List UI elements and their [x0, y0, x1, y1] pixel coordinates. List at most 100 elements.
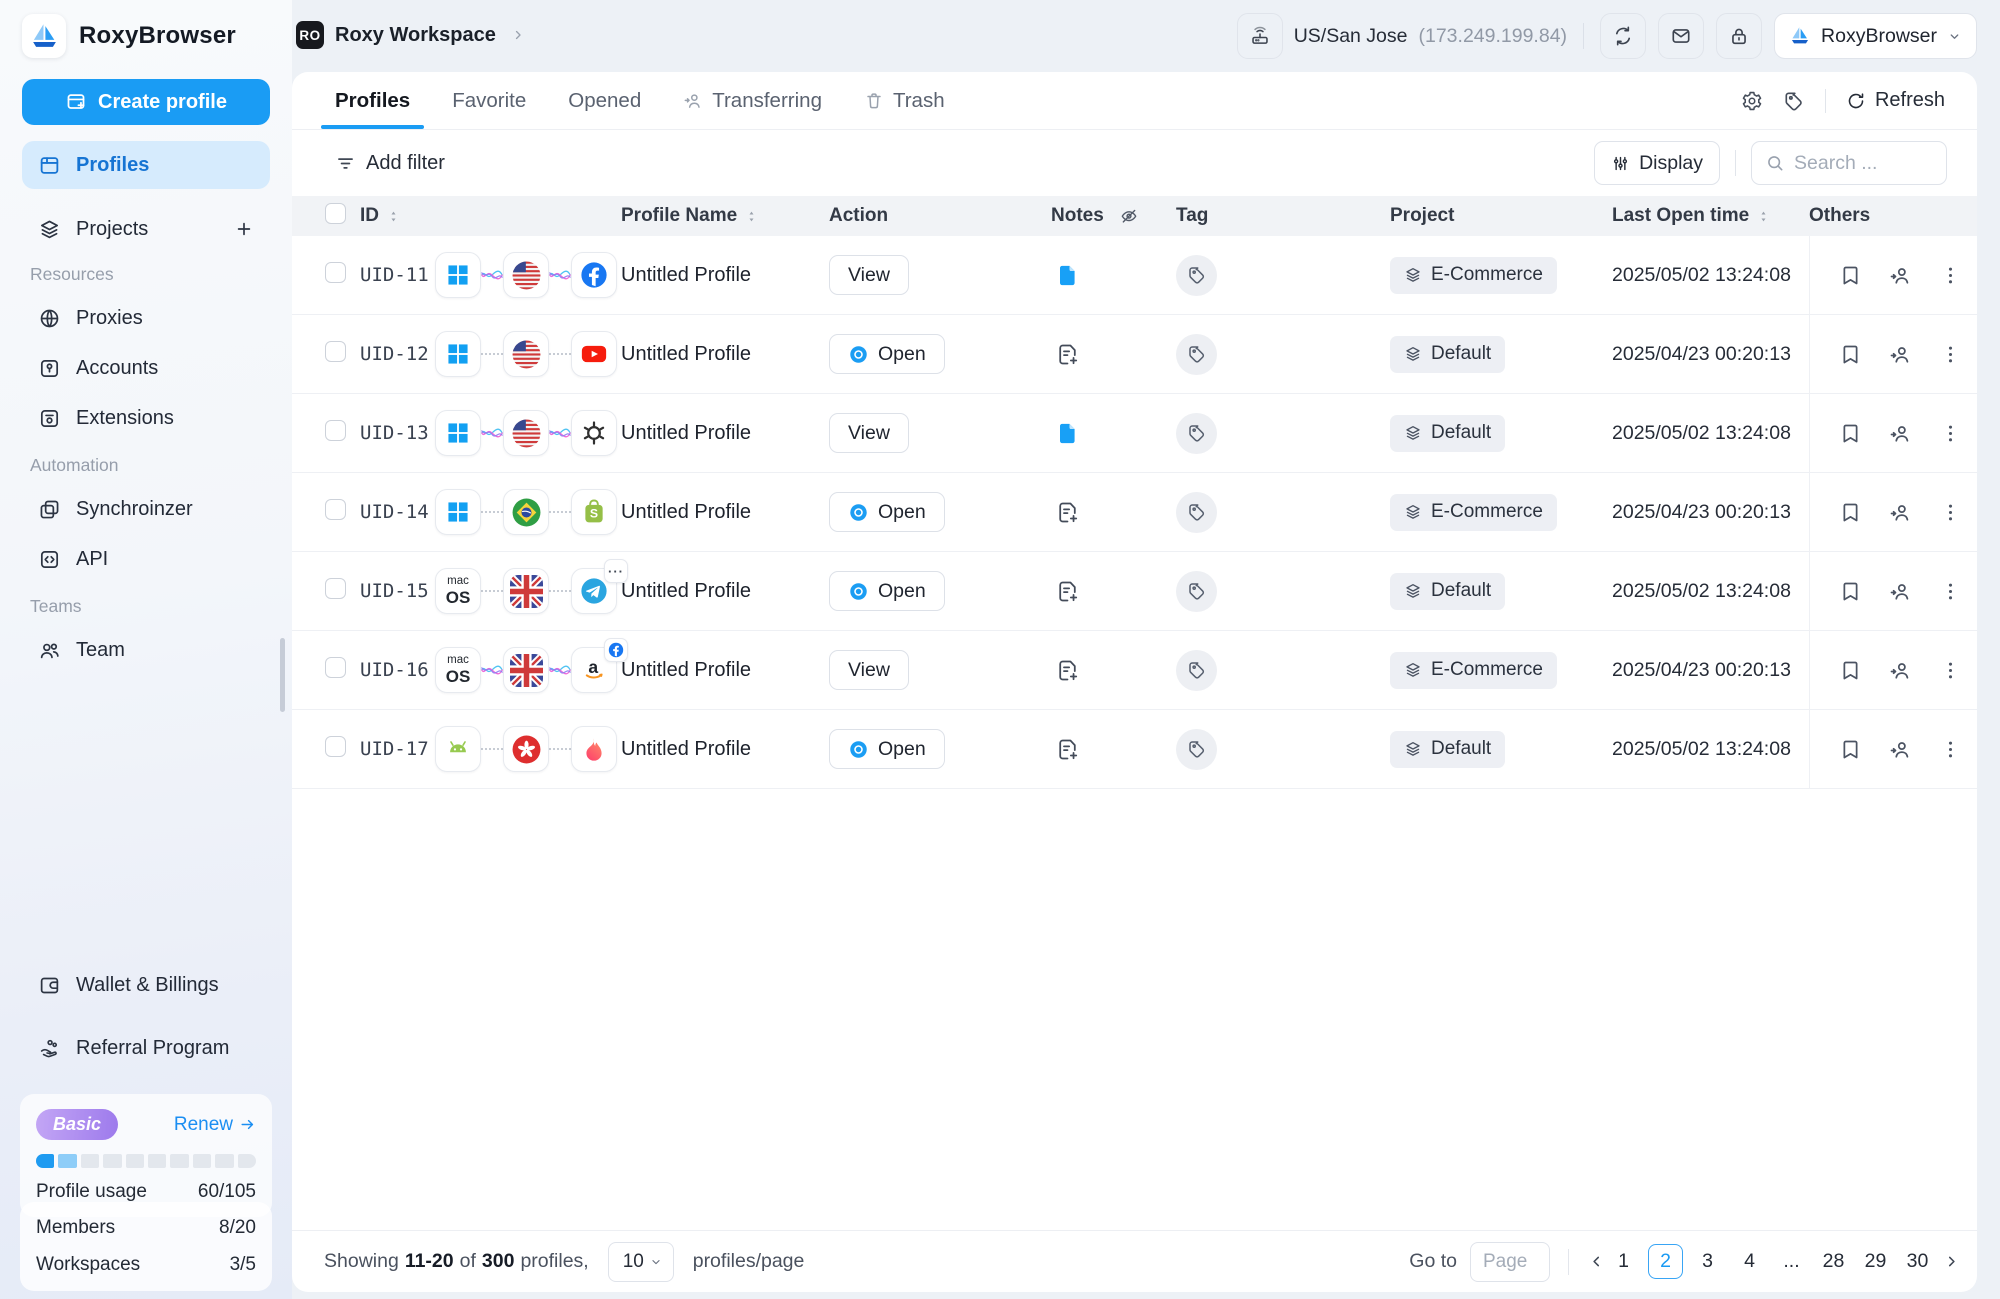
row-checkbox[interactable]: [325, 420, 346, 441]
sidebar-item-wallet-billings[interactable]: Wallet & Billings: [22, 961, 270, 1009]
sidebar-item-api[interactable]: API: [22, 534, 270, 584]
note-add-icon[interactable]: [1051, 500, 1176, 525]
search-box[interactable]: [1751, 141, 1947, 185]
more-kebab-icon[interactable]: [1939, 264, 1962, 287]
sidebar-item-team[interactable]: Team: [22, 625, 270, 675]
open-profile-button[interactable]: Open: [829, 571, 945, 611]
add-project-icon[interactable]: [234, 219, 254, 239]
bookmark-icon[interactable]: [1839, 659, 1862, 682]
sidebar-scrollbar[interactable]: [280, 638, 285, 712]
row-checkbox[interactable]: [325, 262, 346, 283]
tab-transferring[interactable]: Transferring: [683, 72, 822, 129]
row-checkbox[interactable]: [325, 341, 346, 362]
note-filled-icon[interactable]: [1051, 263, 1176, 288]
open-profile-button[interactable]: Open: [829, 334, 945, 374]
fingerprint-icons: [435, 252, 621, 298]
proxy-info[interactable]: US/San Jose (173.249.199.84): [1237, 13, 1567, 59]
open-profile-button[interactable]: Open: [829, 729, 945, 769]
page-button-3[interactable]: 3: [1690, 1244, 1725, 1279]
add-filter-button[interactable]: Add filter: [335, 152, 445, 175]
share-user-icon[interactable]: [1889, 422, 1912, 445]
sync-button[interactable]: [1600, 13, 1646, 59]
search-input[interactable]: [1794, 152, 1933, 175]
view-profile-button[interactable]: View: [829, 650, 909, 690]
bookmark-icon[interactable]: [1839, 264, 1862, 287]
select-all-checkbox[interactable]: [325, 203, 346, 224]
tag-button[interactable]: [1176, 650, 1217, 691]
sort-icon[interactable]: [744, 209, 759, 224]
notes-visibility-toggle-icon[interactable]: [1119, 206, 1139, 226]
tab-profiles[interactable]: Profiles: [335, 72, 410, 129]
tag-button[interactable]: [1176, 571, 1217, 612]
create-profile-button[interactable]: Create profile: [22, 79, 270, 125]
more-kebab-icon[interactable]: [1939, 501, 1962, 524]
share-user-icon[interactable]: [1889, 659, 1912, 682]
bookmark-icon[interactable]: [1839, 343, 1862, 366]
refresh-button[interactable]: Refresh: [1846, 89, 1945, 112]
share-user-icon[interactable]: [1889, 580, 1912, 603]
row-checkbox[interactable]: [325, 657, 346, 678]
note-add-icon[interactable]: [1051, 342, 1176, 367]
tag-button[interactable]: [1176, 413, 1217, 454]
prev-page-button[interactable]: [1587, 1252, 1606, 1271]
bookmark-icon[interactable]: [1839, 580, 1862, 603]
sidebar-item-referral-program[interactable]: Referral Program: [22, 1024, 270, 1072]
row-actions: [1809, 473, 1977, 551]
note-add-icon[interactable]: [1051, 658, 1176, 683]
goto-page-input[interactable]: [1470, 1242, 1550, 1282]
display-button[interactable]: Display: [1594, 141, 1720, 185]
note-add-icon[interactable]: [1051, 737, 1176, 762]
share-user-icon[interactable]: [1889, 343, 1912, 366]
bookmark-icon[interactable]: [1839, 501, 1862, 524]
tab-favorite[interactable]: Favorite: [452, 72, 526, 129]
bookmark-icon[interactable]: [1839, 738, 1862, 761]
workspace-switcher[interactable]: RO Roxy Workspace: [296, 21, 526, 49]
share-user-icon[interactable]: [1889, 501, 1912, 524]
sort-icon[interactable]: [1756, 209, 1771, 224]
view-profile-button[interactable]: View: [829, 413, 909, 453]
link-connector: [549, 583, 571, 599]
lock-button[interactable]: [1716, 13, 1762, 59]
more-kebab-icon[interactable]: [1939, 422, 1962, 445]
tag-button[interactable]: [1176, 334, 1217, 375]
page-button-1[interactable]: 1: [1606, 1244, 1641, 1279]
note-add-icon[interactable]: [1051, 579, 1176, 604]
page-button-2[interactable]: 2: [1648, 1244, 1683, 1279]
settings-gear-icon[interactable]: [1741, 90, 1763, 112]
sidebar-item-accounts[interactable]: Accounts: [22, 343, 270, 393]
tag-button[interactable]: [1176, 255, 1217, 296]
page-size-select[interactable]: 10: [608, 1242, 674, 1282]
row-checkbox[interactable]: [325, 499, 346, 520]
more-kebab-icon[interactable]: [1939, 580, 1962, 603]
more-kebab-icon[interactable]: [1939, 343, 1962, 366]
page-button-28[interactable]: 28: [1816, 1244, 1851, 1279]
page-button-29[interactable]: 29: [1858, 1244, 1893, 1279]
sidebar-item-extensions[interactable]: Extensions: [22, 393, 270, 443]
note-filled-icon[interactable]: [1051, 421, 1176, 446]
tab-opened[interactable]: Opened: [568, 72, 641, 129]
sort-icon[interactable]: [386, 209, 401, 224]
row-checkbox[interactable]: [325, 578, 346, 599]
more-kebab-icon[interactable]: [1939, 738, 1962, 761]
renew-link[interactable]: Renew: [174, 1114, 256, 1136]
page-button-4[interactable]: 4: [1732, 1244, 1767, 1279]
sidebar-item-proxies[interactable]: Proxies: [22, 293, 270, 343]
view-profile-button[interactable]: View: [829, 255, 909, 295]
sidebar-item-synchroinzer[interactable]: Synchroinzer: [22, 484, 270, 534]
tab-trash[interactable]: Trash: [864, 72, 945, 129]
tag-manager-icon[interactable]: [1783, 90, 1805, 112]
sidebar-item-projects[interactable]: Projects: [22, 205, 270, 253]
tag-button[interactable]: [1176, 729, 1217, 770]
bookmark-icon[interactable]: [1839, 422, 1862, 445]
more-kebab-icon[interactable]: [1939, 659, 1962, 682]
row-checkbox[interactable]: [325, 736, 346, 757]
mail-button[interactable]: [1658, 13, 1704, 59]
open-profile-button[interactable]: Open: [829, 492, 945, 532]
next-page-button[interactable]: [1942, 1252, 1961, 1271]
sidebar-item-profiles[interactable]: Profiles: [22, 141, 270, 189]
account-dropdown[interactable]: RoxyBrowser: [1774, 13, 1977, 59]
share-user-icon[interactable]: [1889, 738, 1912, 761]
share-user-icon[interactable]: [1889, 264, 1912, 287]
tag-button[interactable]: [1176, 492, 1217, 533]
page-button-30[interactable]: 30: [1900, 1244, 1935, 1279]
